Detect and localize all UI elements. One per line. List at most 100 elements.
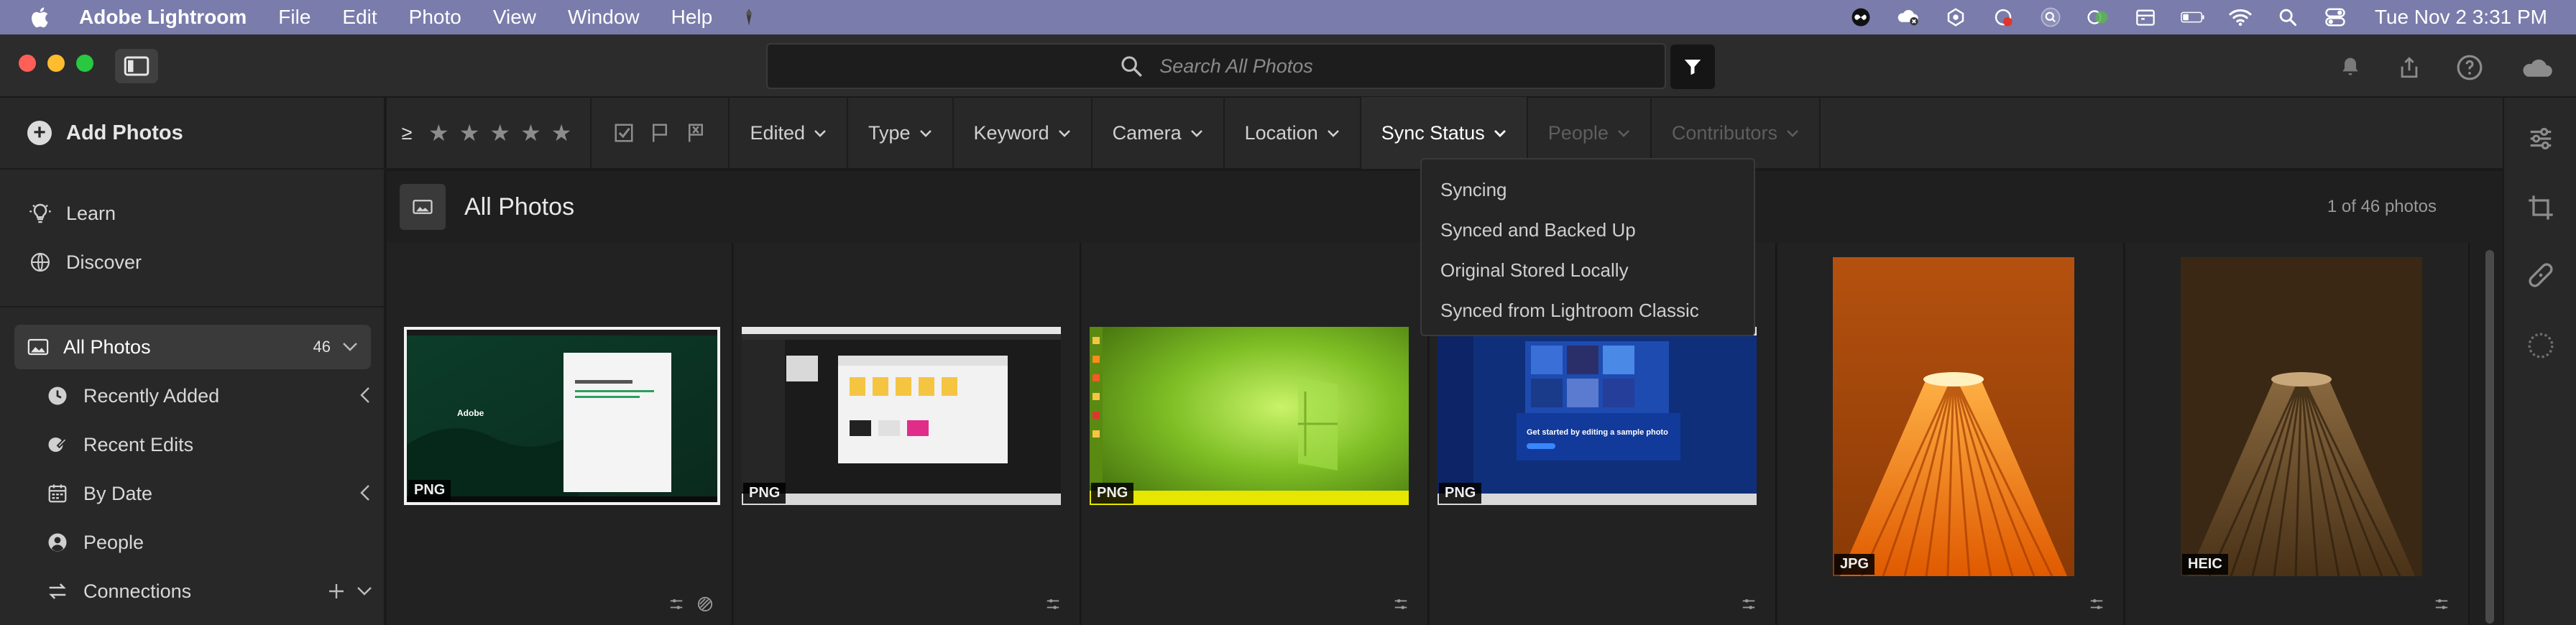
- dual-circle-icon[interactable]: [2086, 5, 2110, 29]
- file-type-badge: PNG: [1091, 483, 1134, 504]
- filter-label: Contributors: [1671, 121, 1777, 144]
- sync-option-synced-backed-up[interactable]: Synced and Backed Up: [1422, 210, 1754, 250]
- chevron-down-icon[interactable]: [356, 582, 372, 601]
- add-connection-icon[interactable]: [328, 583, 345, 600]
- help-button[interactable]: [2451, 49, 2488, 86]
- photo-cell[interactable]: PNG: [1082, 243, 1429, 625]
- edited-sliders-icon: [1394, 599, 1407, 609]
- sidebar-item-people[interactable]: People: [0, 520, 385, 565]
- menu-help[interactable]: Help: [671, 6, 713, 29]
- lightbulb-icon: [27, 200, 53, 226]
- creative-cloud-activity-icon[interactable]: [1991, 5, 2015, 29]
- sidebar-item-label: Connections: [83, 580, 192, 602]
- help-circle-icon: [2457, 55, 2483, 80]
- photo-cell[interactable]: HEIC: [2126, 243, 2470, 625]
- photo-thumbnail[interactable]: Adobe PNG: [404, 327, 720, 505]
- bell-icon: [2342, 57, 2358, 75]
- filter-button[interactable]: [1670, 45, 1715, 89]
- sidebar-item-discover[interactable]: Discover: [0, 240, 385, 284]
- masking-circle-icon: [2528, 333, 2554, 358]
- creative-cloud-icon[interactable]: [1849, 5, 1873, 29]
- sync-status-menu: Syncing Synced and Backed Up Original St…: [1420, 158, 1755, 336]
- wand-icon[interactable]: [737, 5, 761, 29]
- chevron-left-icon[interactable]: [359, 481, 371, 507]
- sidebar-item-learn[interactable]: Learn: [0, 191, 385, 236]
- grid-scrollbar[interactable]: [2485, 250, 2494, 624]
- star-icon[interactable]: ★: [489, 119, 510, 147]
- healing-brush-button[interactable]: [2521, 256, 2560, 295]
- macos-menu-bar: Adobe Lightroom File Edit Photo View Win…: [0, 0, 2576, 34]
- cloud-storage-button[interactable]: [2516, 49, 2559, 86]
- menu-bar-clock[interactable]: Tue Nov 2 3:31 PM: [2375, 6, 2547, 29]
- app-menu[interactable]: Adobe Lightroom: [79, 6, 247, 29]
- filter-location-dropdown[interactable]: Location: [1225, 97, 1361, 169]
- star-icon[interactable]: ★: [551, 119, 572, 147]
- filter-edited-dropdown[interactable]: Edited: [730, 97, 848, 169]
- sidebar-toggle-button[interactable]: [115, 49, 158, 83]
- sidebar-item-recent-edits[interactable]: Recent Edits: [0, 422, 385, 467]
- battery-icon[interactable]: [2181, 5, 2205, 29]
- star-icon[interactable]: ★: [520, 119, 541, 147]
- menu-view[interactable]: View: [493, 6, 536, 29]
- share-button[interactable]: [2391, 49, 2428, 86]
- search-app-icon[interactable]: [2038, 5, 2063, 29]
- photo-cell[interactable]: Adobe PNG: [387, 243, 733, 625]
- star-icon[interactable]: ★: [459, 119, 480, 147]
- menu-file[interactable]: File: [278, 6, 310, 29]
- minimize-window-button[interactable]: [47, 55, 65, 72]
- search-field[interactable]: Search All Photos: [766, 43, 1666, 89]
- control-center-icon[interactable]: [2323, 5, 2347, 29]
- unflagged-icon[interactable]: [649, 122, 671, 144]
- close-window-button[interactable]: [19, 55, 36, 72]
- sync-option-original-stored-locally[interactable]: Original Stored Locally: [1422, 250, 1754, 290]
- sidebar-item-all-photos[interactable]: All Photos 46: [14, 325, 371, 369]
- edited-sliders-icon: [1742, 599, 1755, 609]
- all-photos-count: 46: [313, 338, 331, 356]
- photo-thumbnail[interactable]: Get started by editing a sample photo PN…: [1438, 327, 1757, 505]
- star-rating-filter[interactable]: ★ ★ ★ ★ ★: [428, 119, 571, 147]
- wifi-icon[interactable]: [2228, 5, 2253, 29]
- sidebar-item-by-date[interactable]: By Date: [0, 471, 385, 516]
- filter-label: Camera: [1112, 121, 1182, 144]
- file-type-badge: PNG: [1439, 483, 1482, 504]
- photo-thumbnail[interactable]: HEIC: [2181, 257, 2422, 576]
- photo-thumbnail[interactable]: JPG: [1833, 257, 2074, 576]
- photo-cell[interactable]: JPG: [1778, 243, 2125, 625]
- picked-flag-icon[interactable]: [613, 122, 635, 144]
- alert-status-icon[interactable]: [1944, 5, 1968, 29]
- photo-thumbnail[interactable]: PNG: [1090, 327, 1409, 505]
- masking-button[interactable]: [2521, 326, 2560, 365]
- sync-option-syncing[interactable]: Syncing: [1422, 170, 1754, 210]
- photo-thumbnail[interactable]: PNG: [742, 327, 1061, 505]
- filter-label: Location: [1244, 121, 1318, 144]
- sidebar-item-label: Recently Added: [83, 384, 220, 407]
- menu-window[interactable]: Window: [568, 6, 640, 29]
- filter-type-dropdown[interactable]: Type: [848, 97, 954, 169]
- maximize-window-button[interactable]: [76, 55, 93, 72]
- edit-panel-button[interactable]: [2521, 119, 2560, 158]
- sidebar-item-connections[interactable]: Connections: [0, 569, 385, 614]
- star-icon[interactable]: ★: [428, 119, 449, 147]
- svg-text:Get started by editing a sampl: Get started by editing a sample photo: [1527, 428, 1668, 437]
- rejected-flag-icon[interactable]: [685, 122, 707, 144]
- filter-keyword-dropdown[interactable]: Keyword: [954, 97, 1092, 169]
- menu-photo[interactable]: Photo: [409, 6, 461, 29]
- photo-stack-icon[interactable]: [400, 184, 446, 230]
- spotlight-search-icon[interactable]: [2276, 5, 2300, 29]
- filter-camera-dropdown[interactable]: Camera: [1092, 97, 1225, 169]
- sidebar-item-recently-added[interactable]: Recently Added: [0, 374, 385, 418]
- rating-operator[interactable]: ≥: [392, 122, 421, 144]
- add-photos-button[interactable]: + Add Photos: [0, 98, 385, 170]
- notifications-button[interactable]: [2332, 49, 2369, 86]
- chevron-left-icon[interactable]: [359, 383, 371, 409]
- crop-button[interactable]: [2521, 188, 2560, 227]
- page-title: All Photos: [464, 193, 575, 221]
- chevron-down-icon[interactable]: [342, 338, 358, 356]
- sync-option-synced-from-classic[interactable]: Synced from Lightroom Classic: [1422, 290, 1754, 330]
- cloud-sync-icon[interactable]: [1896, 5, 1920, 29]
- menu-edit[interactable]: Edit: [342, 6, 377, 29]
- share-icon: [2401, 57, 2418, 78]
- apple-logo-icon[interactable]: [29, 5, 53, 29]
- calendar-widget-icon[interactable]: [2133, 5, 2158, 29]
- photo-cell[interactable]: PNG: [735, 243, 1081, 625]
